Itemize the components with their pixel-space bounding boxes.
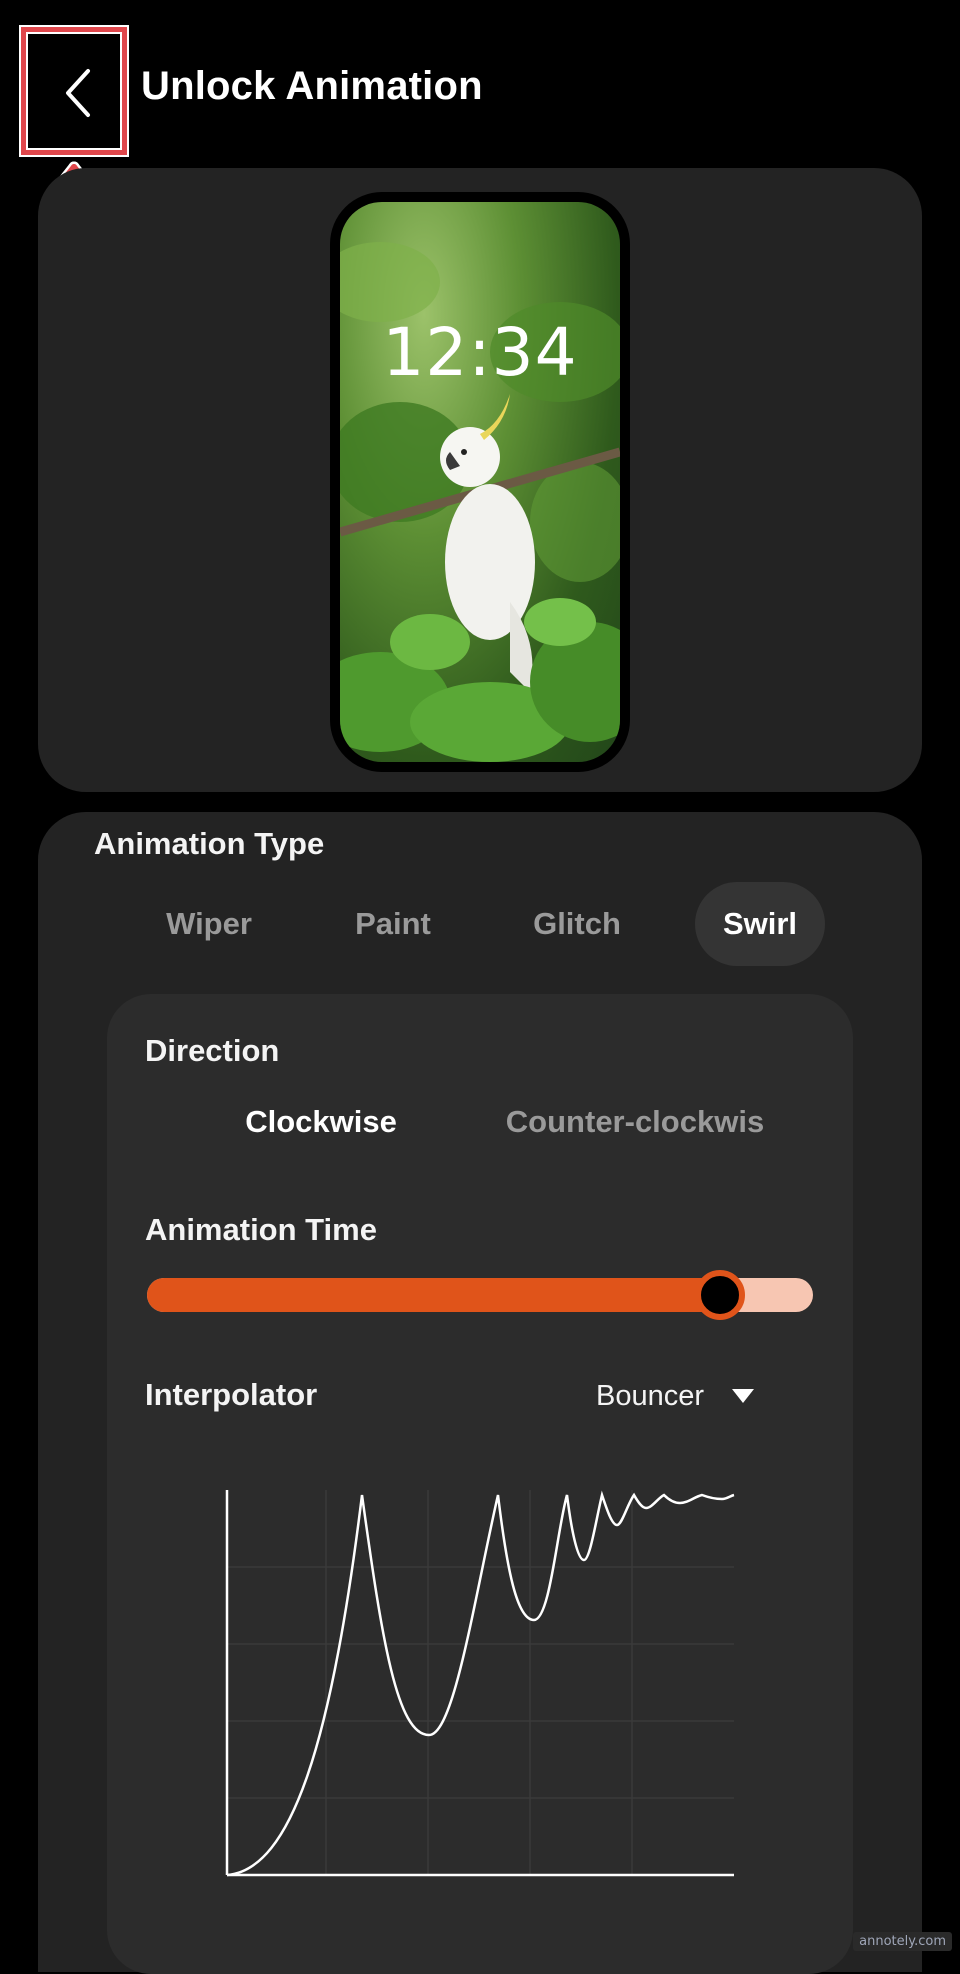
slider-thumb[interactable] — [695, 1270, 745, 1320]
direction-clockwise[interactable]: Clockwise — [186, 1104, 456, 1140]
chevron-left-icon — [66, 69, 90, 117]
caret-down-icon — [732, 1389, 755, 1403]
header: Unlock Animation — [0, 0, 960, 170]
direction-counter-clockwise[interactable]: Counter-clockwis — [490, 1104, 780, 1140]
watermark: annotely.com — [853, 1932, 952, 1951]
slider-fill — [147, 1278, 720, 1312]
interpolator-label: Interpolator — [145, 1377, 318, 1412]
animation-time-label: Animation Time — [145, 1212, 377, 1247]
tab-paint[interactable]: Paint — [318, 882, 468, 966]
animation-type-label: Animation Type — [94, 826, 325, 861]
lockscreen-preview: 12:34 — [340, 202, 620, 762]
interpolator-curve-graph — [225, 1490, 735, 1877]
tab-glitch[interactable]: Glitch — [502, 882, 652, 966]
tab-swirl[interactable]: Swirl — [695, 882, 825, 966]
direction-label: Direction — [145, 1033, 280, 1068]
page-title: Unlock Animation — [141, 64, 483, 108]
wallpaper-image — [340, 242, 620, 762]
back-button[interactable] — [28, 33, 128, 153]
interpolator-value: Bouncer — [596, 1379, 705, 1412]
bounce-curve — [226, 1490, 735, 1877]
interpolator-dropdown[interactable]: Bouncer — [596, 1376, 755, 1416]
tab-wiper[interactable]: Wiper — [134, 882, 284, 966]
animation-time-slider[interactable] — [147, 1270, 813, 1320]
lockscreen-clock: 12:34 — [382, 314, 578, 391]
phone-preview: 12:34 — [330, 192, 630, 772]
